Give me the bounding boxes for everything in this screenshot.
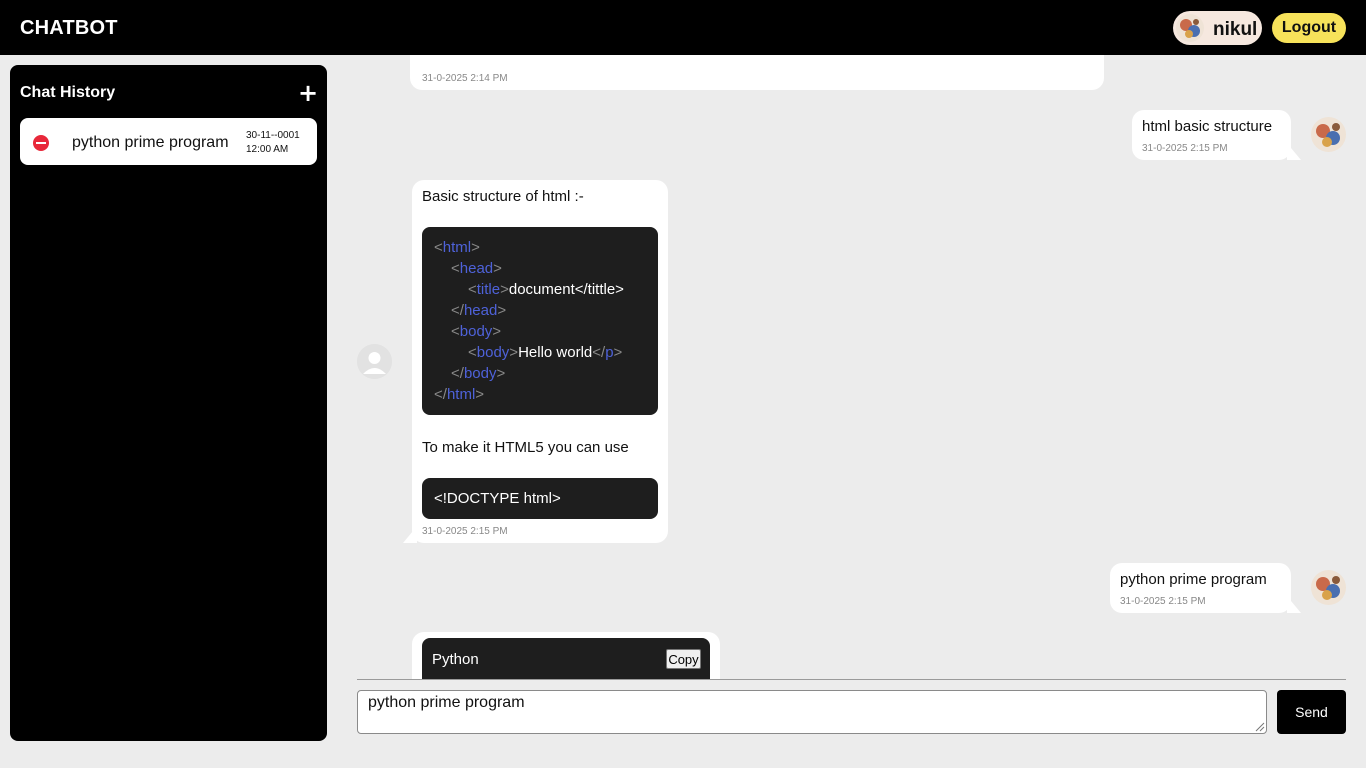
message-timestamp: 31-0-2025 2:14 PM xyxy=(422,73,508,84)
doctype-code-block: <!DOCTYPE html> xyxy=(422,478,658,519)
delete-chat-icon[interactable] xyxy=(33,135,49,151)
bot-avatar xyxy=(357,344,392,379)
message-timestamp: 31-0-2025 2:15 PM xyxy=(1120,596,1206,607)
chat-history-item-title: python prime program xyxy=(72,134,229,151)
html-code-block: <html> <head> <title>document</tittle> <… xyxy=(422,227,658,415)
user-message-bubble: html basic structure 31-0-2025 2:15 PM xyxy=(1132,110,1291,160)
chat-history-item-time: 12:00 AM xyxy=(246,144,289,155)
send-button[interactable]: Send xyxy=(1277,690,1346,734)
user-avatar xyxy=(1311,117,1346,152)
code-language-label: Python xyxy=(432,651,479,668)
doctype-code-text: <!DOCTYPE html> xyxy=(434,490,561,507)
user-message-text: python prime program xyxy=(1120,571,1267,588)
bot-message-bubble: 31-0-2025 2:14 PM xyxy=(410,55,1104,90)
username-label: nikul xyxy=(1213,19,1258,40)
user-avatar xyxy=(1176,14,1204,42)
chat-history-item[interactable]: python prime program 30-11--0001 12:00 A… xyxy=(20,118,317,165)
python-code-block: Python Copy xyxy=(422,638,710,679)
user-avatar xyxy=(1311,570,1346,605)
resize-grip-icon[interactable] xyxy=(1255,722,1265,732)
user-bubble-tail xyxy=(1287,601,1301,613)
chat-history-title: Chat History xyxy=(20,84,116,101)
input-divider xyxy=(357,679,1346,680)
brand-logo: CHATBOT xyxy=(20,17,118,39)
user-message-text: html basic structure xyxy=(1142,118,1273,135)
bot-message-bubble: Basic structure of html :- <html> <head>… xyxy=(412,180,668,543)
bot-message-outro: To make it HTML5 you can use xyxy=(422,439,629,456)
copy-code-button[interactable]: Copy xyxy=(666,649,701,669)
message-timestamp: 31-0-2025 2:15 PM xyxy=(1142,143,1228,154)
message-timestamp: 31-0-2025 2:15 PM xyxy=(422,526,508,537)
logout-button[interactable]: Logout xyxy=(1272,13,1346,43)
user-message-bubble: python prime program 31-0-2025 2:15 PM xyxy=(1110,563,1291,613)
bot-message-intro: Basic structure of html :- xyxy=(422,188,584,205)
bot-message-bubble: Python Copy xyxy=(412,632,720,679)
top-bar: CHATBOT nikul Logout xyxy=(0,0,1366,55)
chat-history-item-datetime: 30-11--0001 12:00 AM xyxy=(246,129,300,157)
chat-history-sidebar: Chat History + python prime program 30-1… xyxy=(10,65,327,741)
message-input[interactable]: python prime program xyxy=(357,690,1267,734)
user-profile-chip[interactable]: nikul xyxy=(1173,11,1262,45)
user-bubble-tail xyxy=(1287,148,1301,160)
chat-history-item-date: 30-11--0001 xyxy=(246,130,300,141)
new-chat-plus-icon[interactable]: + xyxy=(298,81,318,105)
chat-messages-area[interactable]: 31-0-2025 2:14 PM html basic structure 3… xyxy=(357,55,1346,679)
